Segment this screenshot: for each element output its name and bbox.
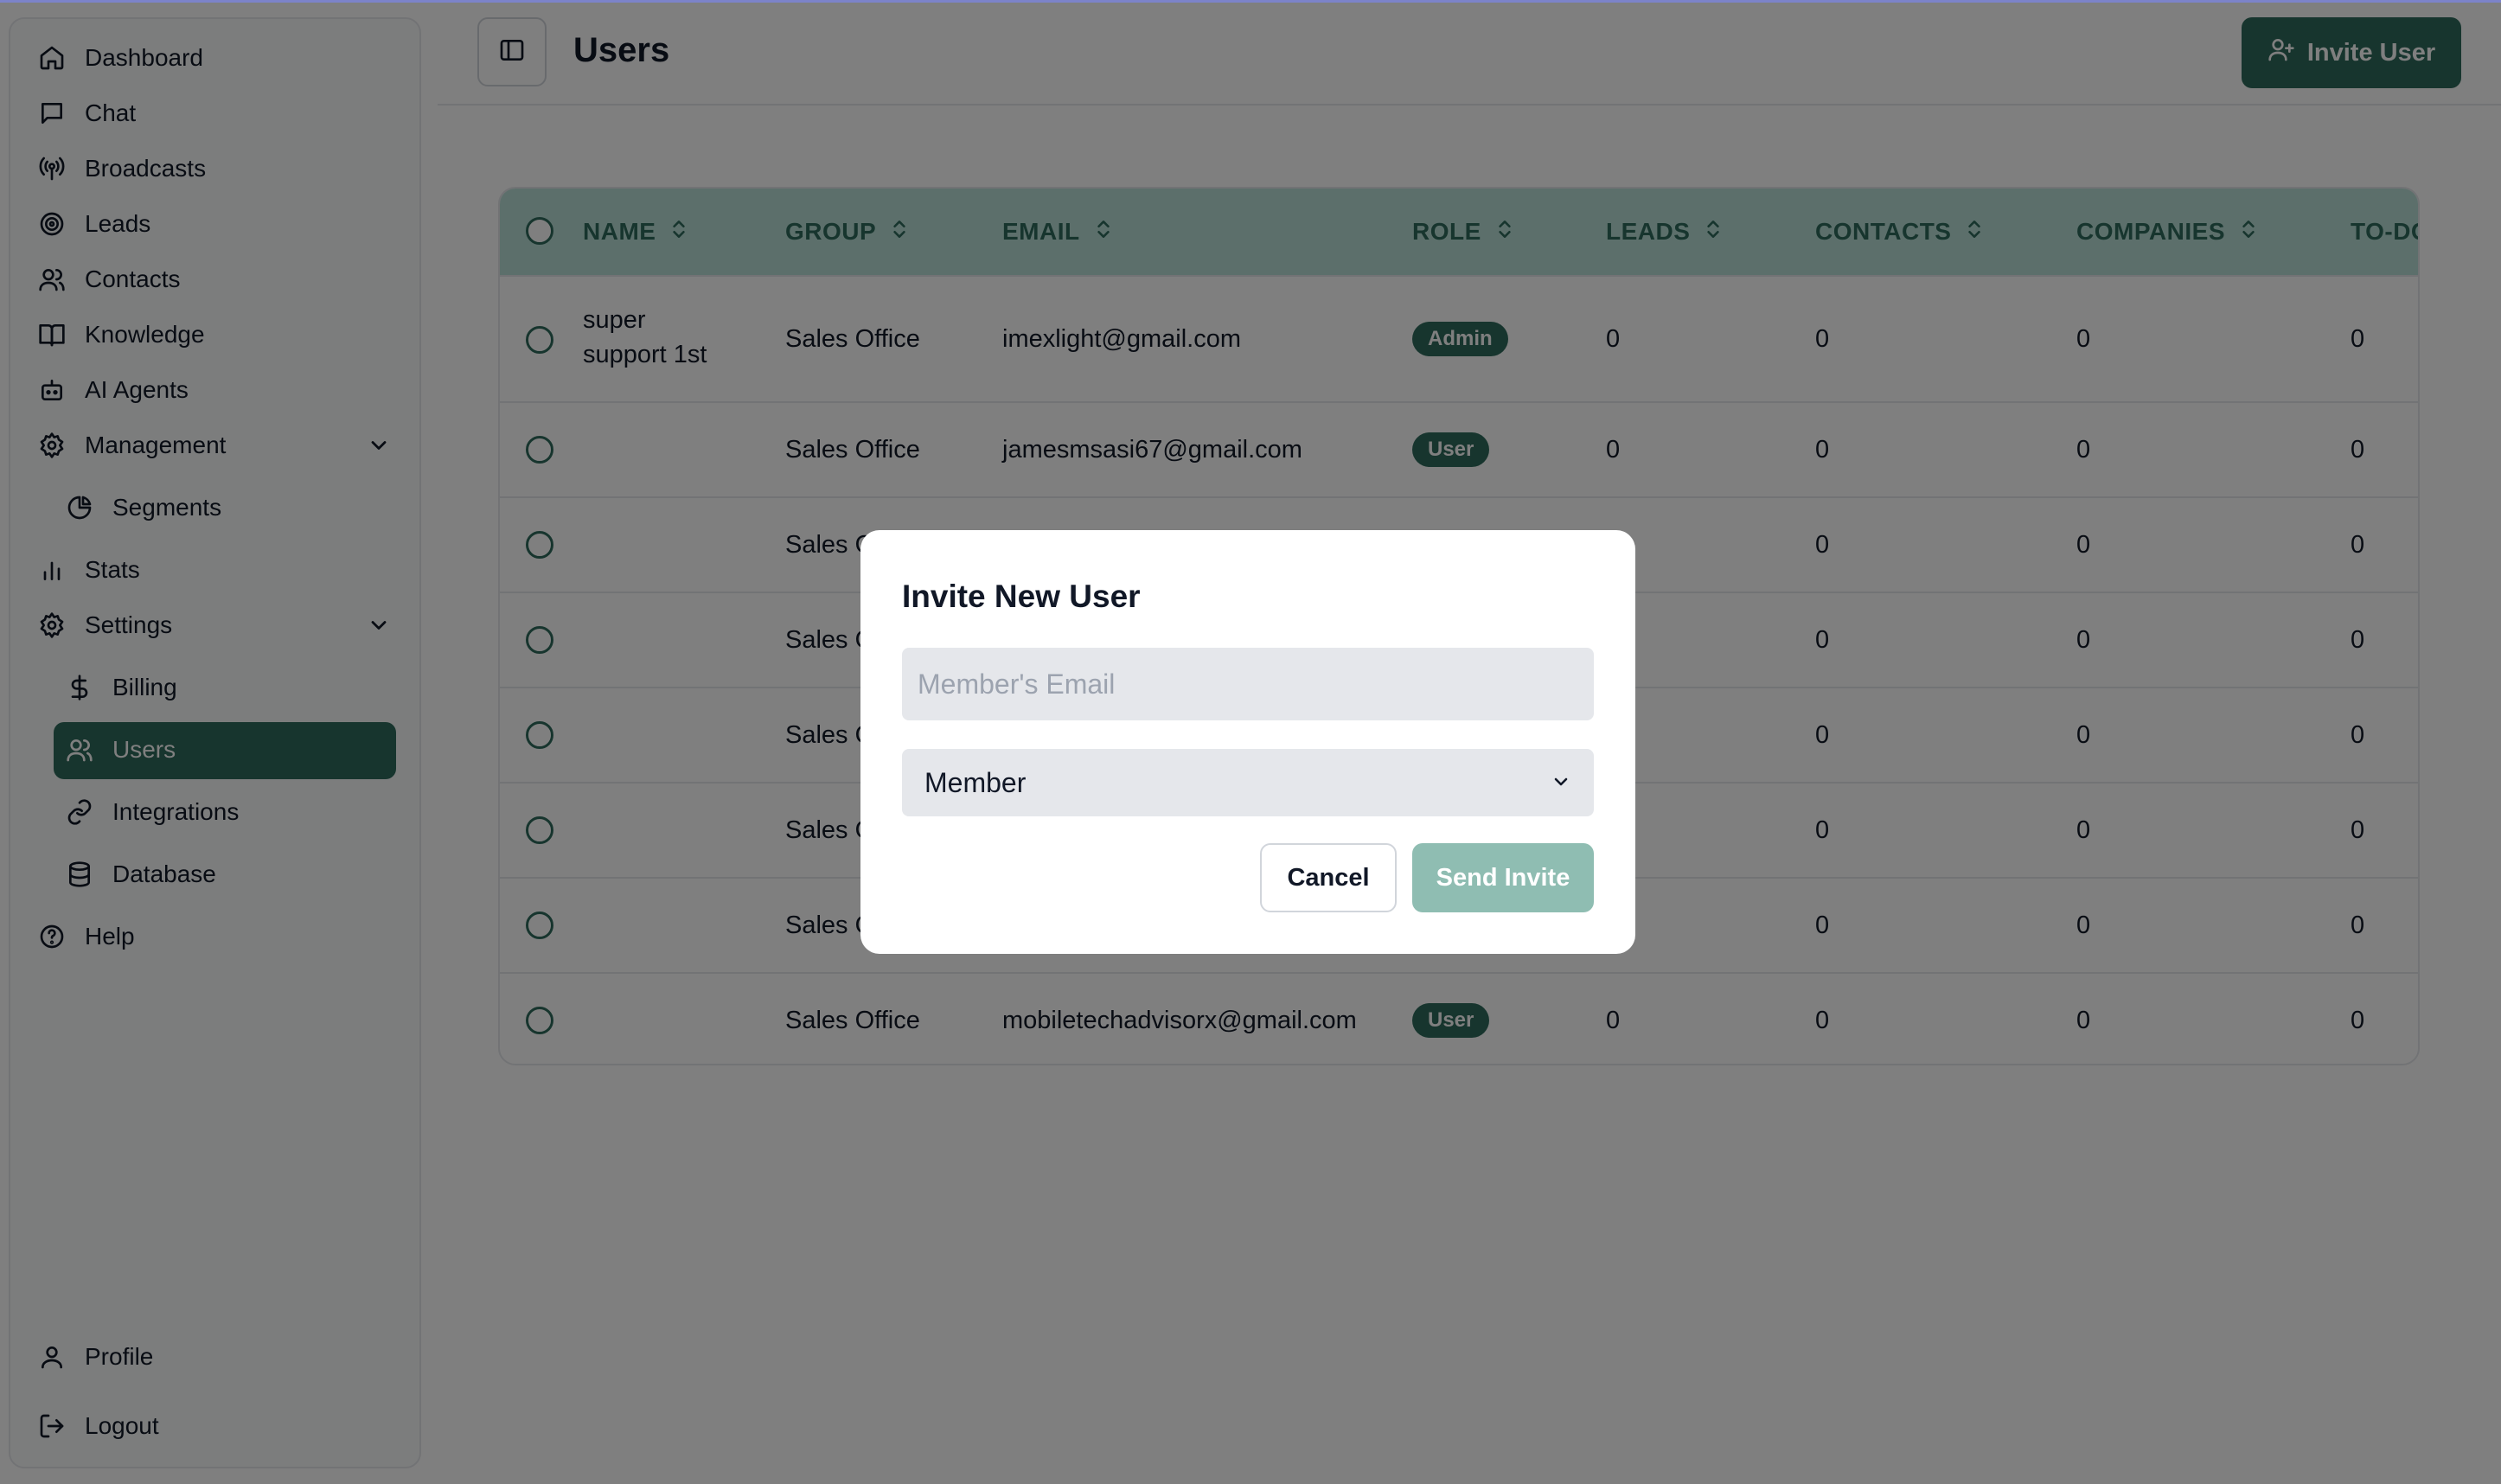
role-select[interactable]: Member xyxy=(902,749,1594,816)
send-invite-button[interactable]: Send Invite xyxy=(1412,843,1594,912)
invite-user-modal: Invite New User Member Cancel Send Invit… xyxy=(860,530,1635,954)
app-root: Dashboard Chat Broadcasts Leads Contacts… xyxy=(0,0,2501,1484)
chevron-down-icon xyxy=(1551,767,1571,799)
cancel-button[interactable]: Cancel xyxy=(1260,843,1397,912)
modal-title: Invite New User xyxy=(902,579,1141,614)
window-top-border xyxy=(0,0,2501,3)
member-email-input[interactable] xyxy=(902,648,1594,720)
role-select-value: Member xyxy=(924,766,1027,798)
